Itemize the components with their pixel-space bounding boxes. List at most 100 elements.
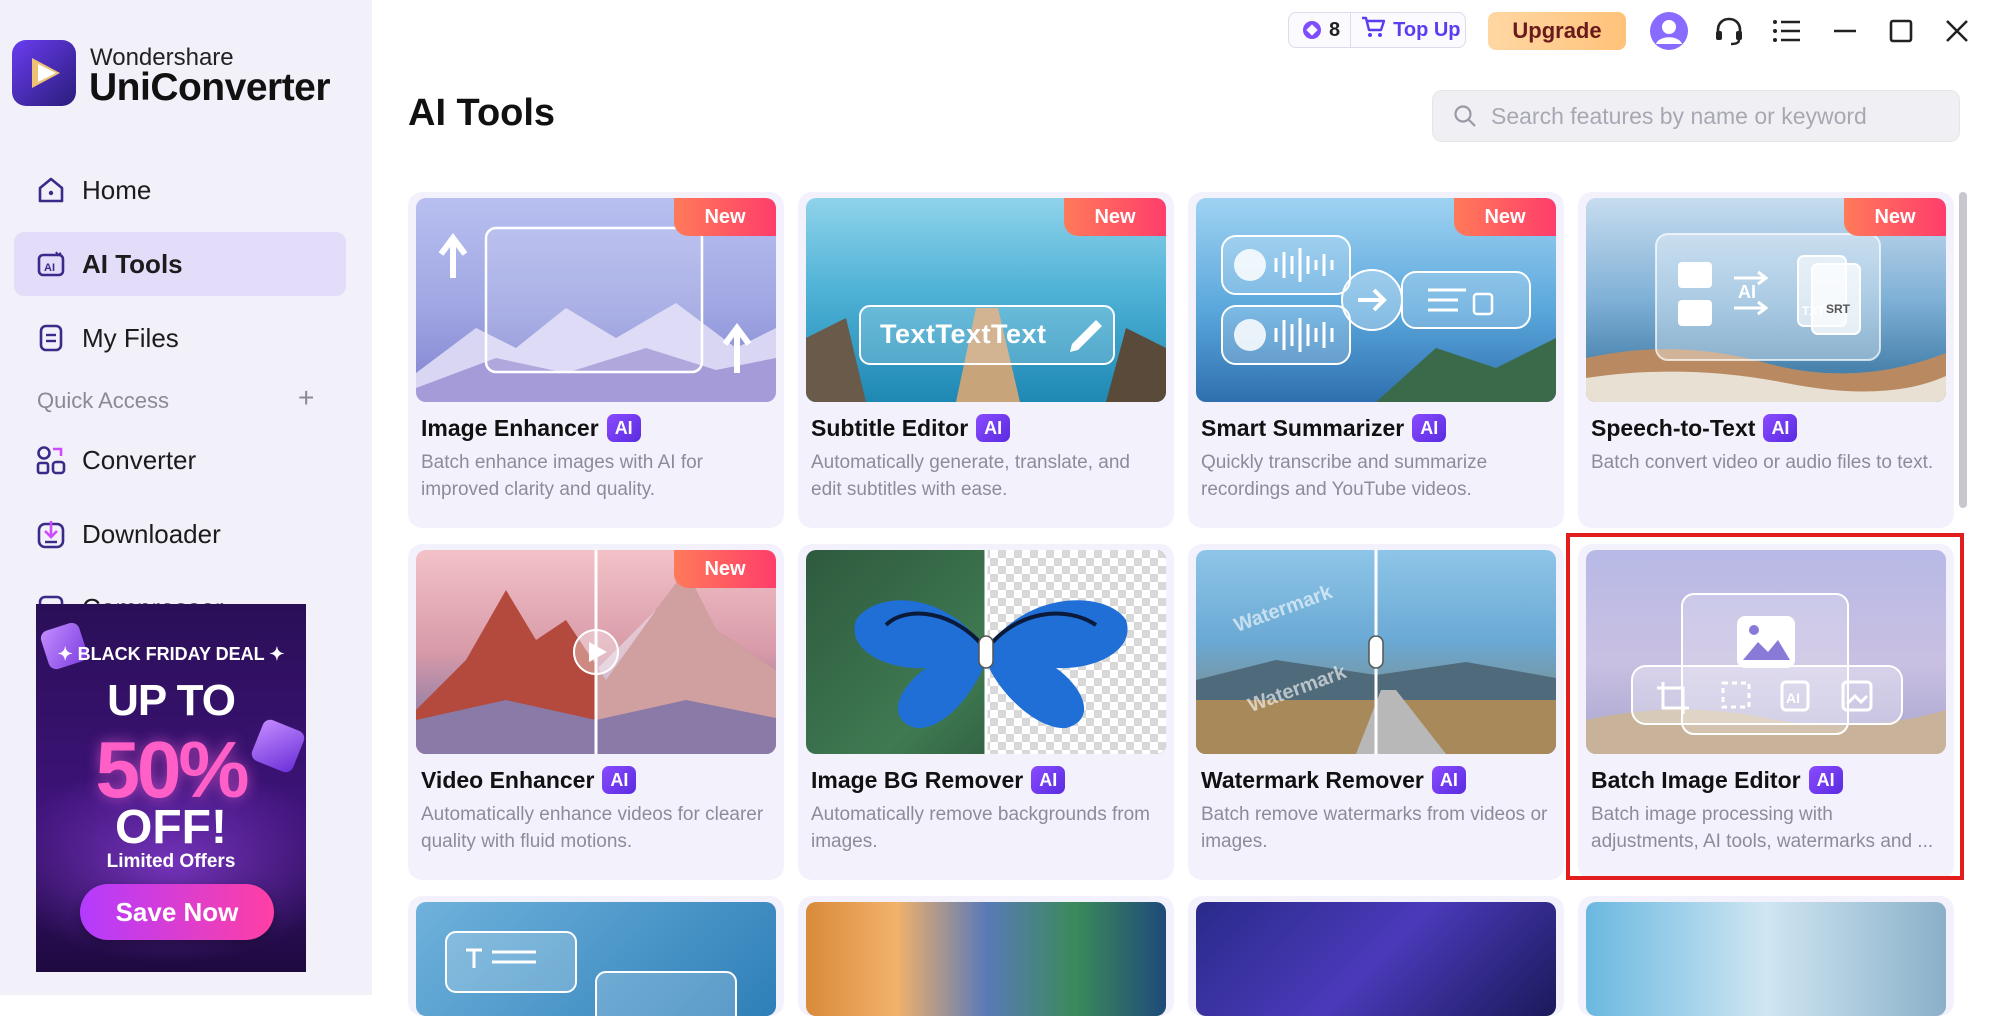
page-title: AI Tools [408,92,556,134]
quick-access-label: Quick Access [37,388,170,413]
tool-card-speech-to-text[interactable]: AI TXT SRT New Speech-to-Text AI Batch co… [1578,192,1954,528]
sidebar-item-my-files[interactable]: My Files [14,306,346,370]
new-badge: New [674,198,776,236]
ai-badge: AI [606,414,641,442]
card-description: Batch convert video or audio files to te… [1591,452,1934,473]
card-title: Smart Summarizer AI [1201,414,1447,442]
thumb-ai-label: AI [1738,282,1756,302]
card-title: Speech-to-Text AI [1591,414,1798,442]
ai-tools-icon: AI [34,247,68,281]
promo-deal: ✦ BLACK FRIDAY DEAL ✦ [57,644,285,664]
card-description: Automatically remove backgrounds from im… [811,804,1150,852]
tool-card-image-enhancer[interactable]: New Image Enhancer AI Batch enhance image… [408,192,784,528]
brand-product: UniConverter [89,66,331,109]
card-description: Automatically enhance videos for clearer… [421,804,764,852]
card-thumbnail [1586,902,1946,1016]
card-title: Image Enhancer AI [421,414,641,442]
card-description: Batch enhance images with AI for improve… [421,452,703,500]
sidebar-item-label: AI Tools [82,248,183,279]
card-title-text: Watermark Remover [1201,766,1424,793]
tool-card-partial[interactable] [1188,896,1564,1016]
card-description: Automatically generate, translate, and e… [811,452,1130,500]
save-now-button[interactable]: Save Now [80,884,274,940]
ai-badge: AI [1431,766,1466,794]
sidebar-item-label: Converter [82,444,197,475]
card-title: Image BG Remover AI [811,766,1066,794]
new-badge: New [674,550,776,588]
card-title-text: Image BG Remover [811,766,1024,793]
ai-badge: AI [1031,766,1066,794]
scrollbar[interactable] [1959,192,1967,508]
card-thumbnail [806,902,1166,1016]
card-title-text: Subtitle Editor [811,414,969,441]
credits-widget: 8 Top Up [1288,12,1466,48]
credit-count: 8 [1329,18,1341,41]
card-thumbnail [1196,902,1556,1016]
divider [1350,12,1352,48]
thumb-srt-label: SRT [1826,302,1850,316]
top-up-button[interactable]: Top Up [1393,19,1460,42]
tool-card-watermark-remover[interactable]: Watermark Watermark Watermark Remover AI … [1188,544,1564,880]
selection-highlight [1566,533,1964,880]
ai-badge: AI [1412,414,1447,442]
tool-card-partial[interactable] [798,896,1174,1016]
search-bar[interactable] [1432,90,1960,142]
card-thumbnail [806,550,1166,754]
card-thumbnail: New [1196,198,1556,402]
card-title: Subtitle Editor AI [811,414,1011,442]
cart-icon[interactable] [1361,16,1386,44]
ai-badge: AI [976,414,1011,442]
promo-off: OFF! [115,801,227,854]
card-description: Quickly transcribe and summarize recordi… [1201,452,1488,500]
menu-list-icon[interactable] [1766,10,1808,52]
card-title: Video Enhancer AI [421,766,637,794]
close-icon[interactable] [1936,10,1978,52]
card-thumbnail: Watermark Watermark [1196,550,1556,754]
search-icon [1454,105,1476,127]
converter-icon [34,443,68,477]
card-title-text: Image Enhancer [421,414,599,441]
minimize-icon[interactable] [1824,10,1866,52]
svg-text:AI: AI [44,262,55,274]
sidebar-item-label: My Files [82,322,179,353]
card-title-text: Smart Summarizer [1201,414,1405,441]
avatar-icon[interactable] [1648,10,1690,52]
sidebar-item-label: Home [82,174,152,205]
ai-badge: AI [1763,414,1798,442]
promo-limited: Limited Offers [106,851,236,872]
my-files-icon [34,321,68,355]
card-description: Batch remove watermarks from videos or i… [1201,804,1548,852]
downloader-icon [34,517,68,551]
card-thumbnail: TextTextText New [806,198,1166,402]
tool-card-smart-summarizer[interactable]: New Smart Summarizer AI Quickly transcrib… [1188,192,1564,528]
promo-banner[interactable]: ✦ BLACK FRIDAY DEAL ✦ UP TO 50% OFF! Lim… [36,604,306,972]
sidebar: Wondershare UniConverter Home AI AI Tool… [0,0,372,995]
tool-card-subtitle-editor[interactable]: TextTextText New Subtitle Editor AI Autom… [798,192,1174,528]
upgrade-button[interactable]: Upgrade [1488,12,1626,50]
thumb-txt-label: TXT [1802,304,1825,318]
tool-card-image-bg-remover[interactable]: Image BG Remover AI Automatically remove … [798,544,1174,880]
card-title-text: Video Enhancer [421,766,595,793]
search-input[interactable] [1489,101,1929,131]
ai-badge: AI [602,766,637,794]
sidebar-item-downloader[interactable]: Downloader [14,502,346,566]
sidebar-item-home[interactable]: Home [14,158,346,222]
sidebar-item-converter[interactable]: Converter [14,428,346,492]
maximize-icon[interactable] [1880,10,1922,52]
sidebar-item-ai-tools[interactable]: AI AI Tools [14,232,346,296]
headset-support-icon[interactable] [1708,10,1750,52]
card-title-text: Speech-to-Text [1591,414,1756,441]
new-badge: New [1064,198,1166,236]
tool-card-partial[interactable] [1578,896,1954,1016]
promo-upto: UP TO [107,676,236,725]
sidebar-item-label: Downloader [82,518,221,549]
credit-gem-icon [1303,21,1321,39]
app-logo [12,40,76,106]
tool-card-partial[interactable] [408,896,784,1016]
card-title: Watermark Remover AI [1201,766,1466,794]
tool-card-video-enhancer[interactable]: New Video Enhancer AI Automatically enhan… [408,544,784,880]
add-quick-access-button[interactable]: + [298,384,314,412]
new-badge: New [1454,198,1556,236]
card-thumbnail: New [416,198,776,402]
new-badge: New [1844,198,1946,236]
